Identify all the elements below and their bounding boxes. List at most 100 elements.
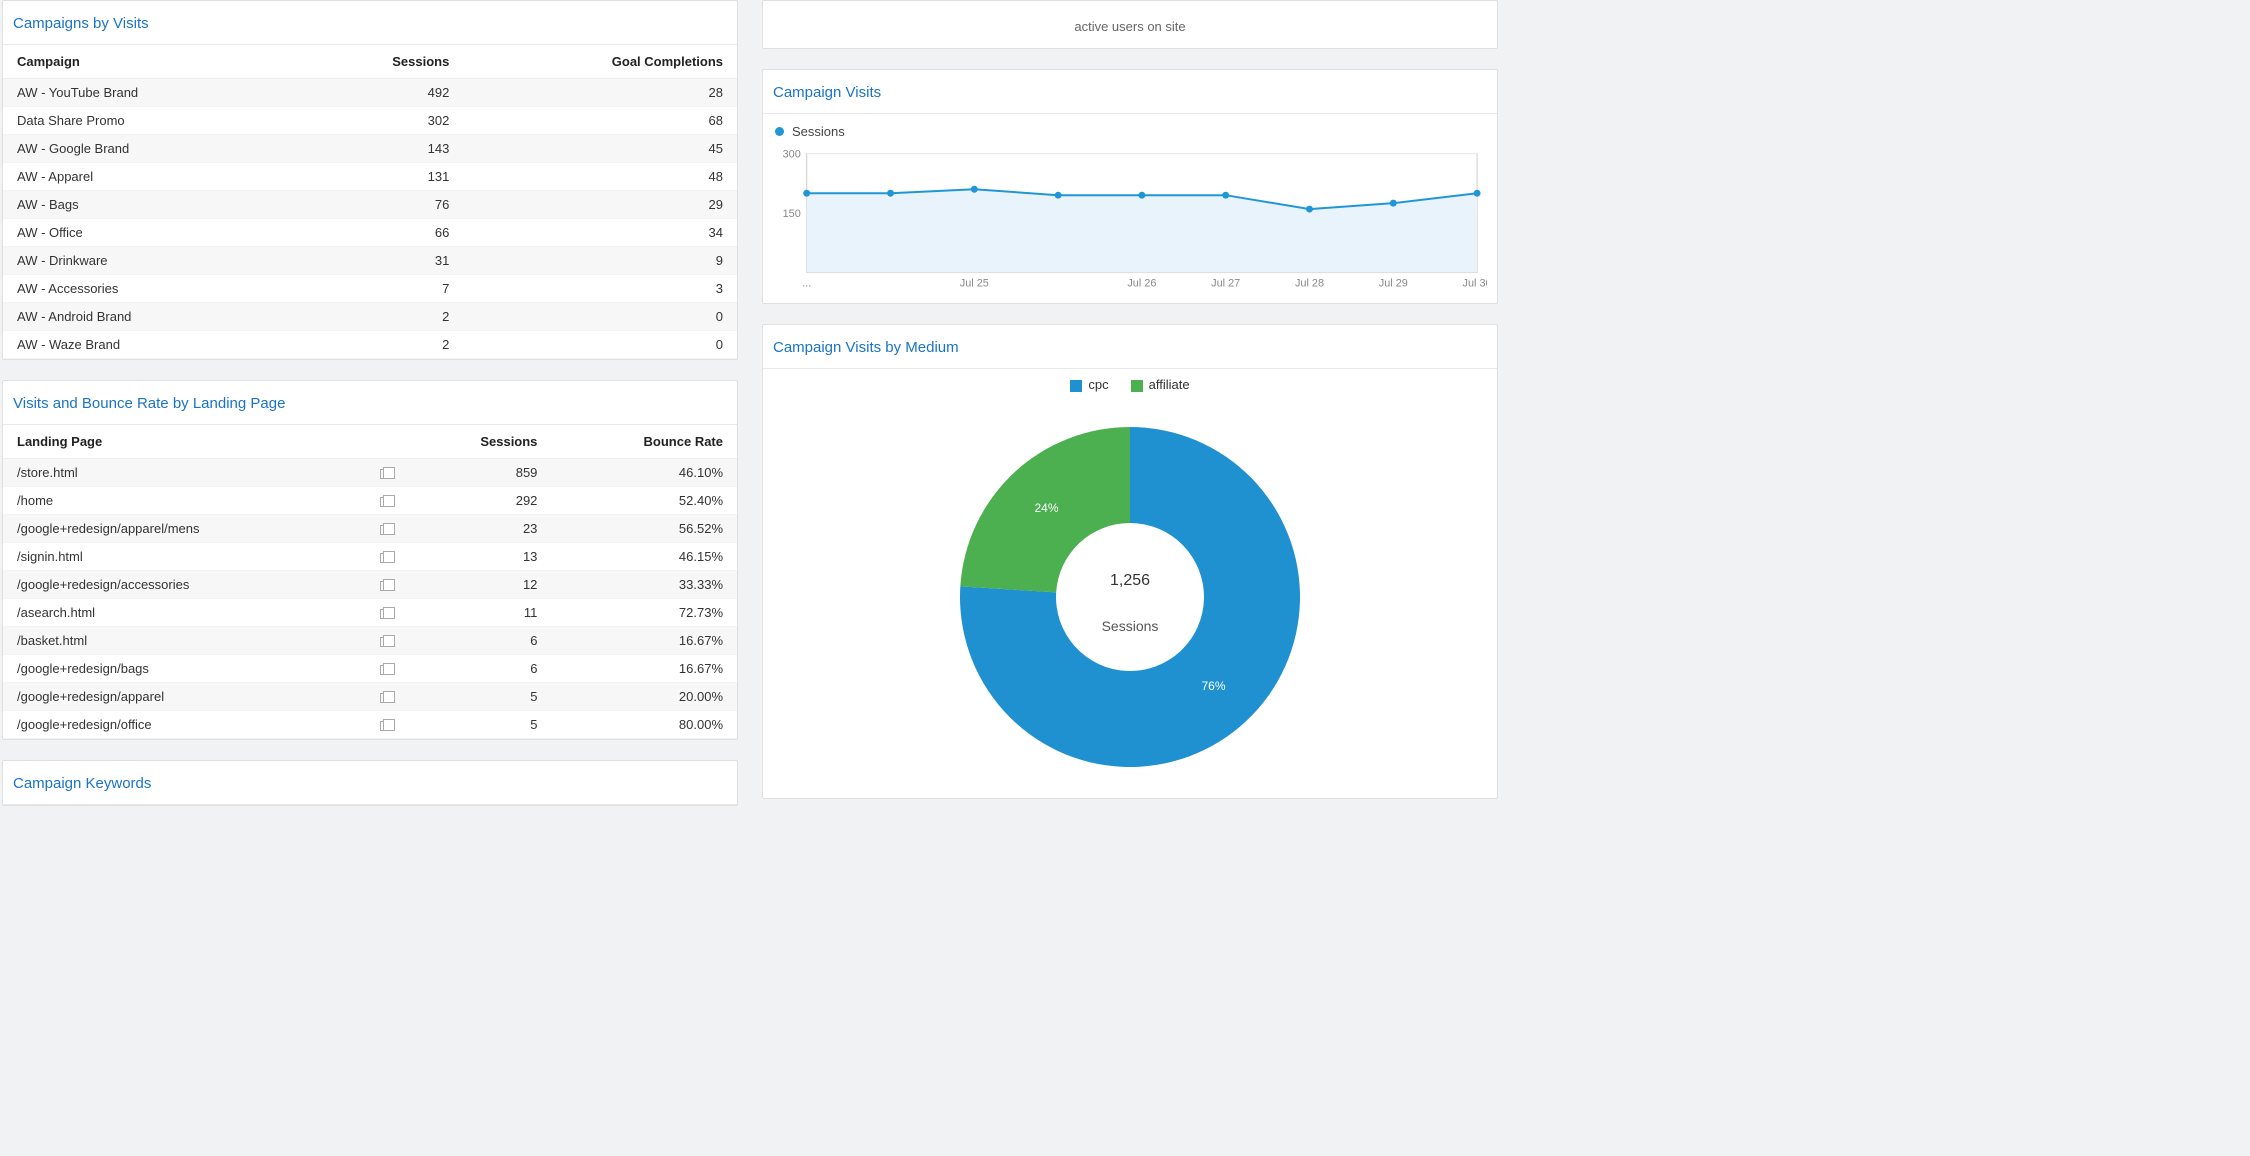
- sessions-cell: 143: [296, 135, 463, 163]
- svg-text:Jul 28: Jul 28: [1295, 277, 1324, 289]
- goal-completions-cell: 45: [463, 135, 737, 163]
- campaign-name-cell: Data Share Promo: [3, 107, 296, 135]
- panel-title: Campaigns by Visits: [3, 1, 737, 45]
- external-link-icon[interactable]: [380, 609, 390, 619]
- panel-campaigns-by-visits: Campaigns by Visits Campaign Sessions Go…: [2, 0, 738, 360]
- bounce-rate-cell: 16.67%: [551, 655, 737, 683]
- legend-affiliate-label: affiliate: [1149, 377, 1190, 392]
- table-row[interactable]: AW - Apparel13148: [3, 163, 737, 191]
- external-link-icon[interactable]: [380, 553, 390, 563]
- col-sessions-header: Sessions: [296, 45, 463, 79]
- panel-title: Campaign Keywords: [3, 761, 737, 805]
- svg-text:76%: 76%: [1201, 679, 1225, 693]
- table-row[interactable]: Data Share Promo30268: [3, 107, 737, 135]
- open-link-cell[interactable]: [366, 627, 404, 655]
- sessions-cell: 6: [404, 627, 551, 655]
- panel-title: Campaign Visits by Medium: [763, 325, 1497, 369]
- sessions-cell: 23: [404, 515, 551, 543]
- sessions-cell: 11: [404, 599, 551, 627]
- panel-campaign-visits-by-medium: Campaign Visits by Medium cpc affiliate …: [762, 324, 1498, 799]
- external-link-icon[interactable]: [380, 637, 390, 647]
- panel-visits-bounce-landing: Visits and Bounce Rate by Landing Page L…: [2, 380, 738, 740]
- landing-page-cell: /google+redesign/accessories: [3, 571, 366, 599]
- table-row[interactable]: /home29252.40%: [3, 487, 737, 515]
- legend-affiliate: affiliate: [1131, 377, 1190, 392]
- donut-chart-svg: 76%24%1,256Sessions: [950, 402, 1310, 782]
- open-link-cell[interactable]: [366, 571, 404, 599]
- svg-text:Jul 30: Jul 30: [1463, 277, 1487, 289]
- open-link-cell[interactable]: [366, 515, 404, 543]
- table-row[interactable]: /asearch.html 1172.73%: [3, 599, 737, 627]
- campaign-name-cell: AW - Office: [3, 219, 296, 247]
- sessions-cell: 5: [404, 683, 551, 711]
- bounce-rate-cell: 46.15%: [551, 543, 737, 571]
- landing-table: Landing Page Sessions Bounce Rate /store…: [3, 425, 737, 739]
- external-link-icon[interactable]: [380, 525, 390, 535]
- table-row[interactable]: AW - Accessories73: [3, 275, 737, 303]
- landing-page-cell: /asearch.html: [3, 599, 366, 627]
- open-link-cell[interactable]: [366, 599, 404, 627]
- sessions-cell: 292: [404, 487, 551, 515]
- col-goal-header: Goal Completions: [463, 45, 737, 79]
- open-link-cell[interactable]: [366, 711, 404, 739]
- open-link-cell[interactable]: [366, 459, 404, 487]
- svg-text:Jul 29: Jul 29: [1379, 277, 1408, 289]
- table-row[interactable]: /google+redesign/office580.00%: [3, 711, 737, 739]
- bounce-rate-cell: 80.00%: [551, 711, 737, 739]
- col-bounce-header: Bounce Rate: [551, 425, 737, 459]
- col-landing-header: Landing Page: [3, 425, 366, 459]
- external-link-icon[interactable]: [380, 721, 390, 731]
- external-link-icon[interactable]: [380, 497, 390, 507]
- legend-cpc: cpc: [1070, 377, 1108, 392]
- swatch-affiliate-icon: [1131, 380, 1143, 392]
- landing-page-cell: /google+redesign/bags: [3, 655, 366, 683]
- table-row[interactable]: AW - YouTube Brand49228: [3, 79, 737, 107]
- table-row[interactable]: /google+redesign/bags 616.67%: [3, 655, 737, 683]
- legend-dot-icon: [775, 127, 784, 136]
- goal-completions-cell: 48: [463, 163, 737, 191]
- open-link-cell[interactable]: [366, 655, 404, 683]
- goal-completions-cell: 0: [463, 331, 737, 359]
- campaign-name-cell: AW - Android Brand: [3, 303, 296, 331]
- external-link-icon[interactable]: [380, 693, 390, 703]
- table-row[interactable]: /signin.html1346.15%: [3, 543, 737, 571]
- landing-page-cell: /google+redesign/office: [3, 711, 366, 739]
- donut-legend: cpc affiliate: [773, 377, 1487, 392]
- external-link-icon[interactable]: [380, 469, 390, 479]
- table-row[interactable]: /store.html85946.10%: [3, 459, 737, 487]
- table-row[interactable]: /google+redesign/apparel520.00%: [3, 683, 737, 711]
- table-row[interactable]: AW - Waze Brand20: [3, 331, 737, 359]
- col-campaign-header: Campaign: [3, 45, 296, 79]
- table-row[interactable]: /google+redesign/accessories1233.33%: [3, 571, 737, 599]
- table-row[interactable]: AW - Bags7629: [3, 191, 737, 219]
- bounce-rate-cell: 72.73%: [551, 599, 737, 627]
- external-link-icon[interactable]: [380, 581, 390, 591]
- table-row[interactable]: /basket.html616.67%: [3, 627, 737, 655]
- swatch-cpc-icon: [1070, 380, 1082, 392]
- bounce-rate-cell: 46.10%: [551, 459, 737, 487]
- svg-text:Sessions: Sessions: [1102, 618, 1159, 634]
- landing-page-cell: /basket.html: [3, 627, 366, 655]
- col-sessions-header: Sessions: [404, 425, 551, 459]
- table-row[interactable]: AW - Office6634: [3, 219, 737, 247]
- campaigns-table: Campaign Sessions Goal Completions AW - …: [3, 45, 737, 359]
- sessions-cell: 6: [404, 655, 551, 683]
- goal-completions-cell: 9: [463, 247, 737, 275]
- legend-sessions-label: Sessions: [792, 124, 845, 139]
- campaign-name-cell: AW - Waze Brand: [3, 331, 296, 359]
- table-row[interactable]: AW - Google Brand14345: [3, 135, 737, 163]
- open-link-cell[interactable]: [366, 543, 404, 571]
- chart-legend: Sessions: [775, 124, 1487, 139]
- bounce-rate-cell: 56.52%: [551, 515, 737, 543]
- table-row[interactable]: /google+redesign/apparel/mens2356.52%: [3, 515, 737, 543]
- open-link-cell[interactable]: [366, 683, 404, 711]
- bounce-rate-cell: 20.00%: [551, 683, 737, 711]
- svg-text:Jul 26: Jul 26: [1127, 277, 1156, 289]
- table-row[interactable]: AW - Android Brand20: [3, 303, 737, 331]
- table-row[interactable]: AW - Drinkware319: [3, 247, 737, 275]
- goal-completions-cell: 28: [463, 79, 737, 107]
- line-chart-svg: 150300...Jul 25Jul 26Jul 27Jul 28Jul 29J…: [773, 145, 1487, 295]
- panel-campaign-visits-chart: Campaign Visits Sessions 150300...Jul 25…: [762, 69, 1498, 304]
- external-link-icon[interactable]: [380, 665, 390, 675]
- open-link-cell[interactable]: [366, 487, 404, 515]
